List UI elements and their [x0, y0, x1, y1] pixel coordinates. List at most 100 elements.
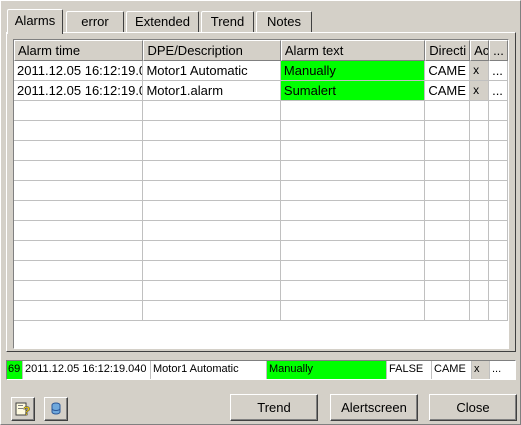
more-cell[interactable]: ... — [489, 61, 508, 81]
alarm-time-cell: 2011.12.05 16:12:19.040 — [14, 61, 144, 81]
empty-cell — [470, 101, 490, 121]
tab-trend[interactable]: Trend — [201, 11, 254, 33]
empty-cell — [280, 301, 426, 321]
current-alarm-status-line: 69 2011.12.05 16:12:19.040 Motor1 Automa… — [6, 360, 516, 380]
empty-cell — [425, 201, 471, 221]
status-ack-cell[interactable]: x — [472, 361, 490, 379]
close-button[interactable]: Close — [429, 394, 517, 421]
empty-cell — [14, 301, 144, 321]
empty-cell — [425, 141, 471, 161]
table-header: Alarm time DPE/Description Alarm text Di… — [14, 40, 508, 61]
empty-cell — [425, 101, 471, 121]
empty-table-row — [14, 141, 508, 161]
tab-error[interactable]: error — [66, 11, 124, 33]
empty-cell — [14, 261, 144, 281]
empty-cell — [14, 141, 144, 161]
empty-cell — [280, 201, 426, 221]
alertscreen-button[interactable]: Alertscreen — [330, 394, 418, 421]
empty-cell — [425, 121, 471, 141]
alarm-dialog: Alarms error Extended Trend Notes Alarm … — [0, 0, 521, 425]
database-icon — [51, 402, 61, 415]
empty-cell — [143, 241, 281, 261]
empty-cell — [143, 281, 281, 301]
empty-cell — [14, 121, 144, 141]
priority-cell: 69 — [7, 361, 23, 379]
tab-extended[interactable]: Extended — [126, 11, 199, 33]
empty-cell — [470, 281, 490, 301]
column-header-ack[interactable]: Ac — [470, 40, 490, 61]
column-header-alarm-text[interactable]: Alarm text — [280, 40, 426, 61]
tab-alarms[interactable]: Alarms — [7, 9, 63, 34]
empty-cell — [280, 221, 426, 241]
empty-cell — [14, 221, 144, 241]
empty-cell — [280, 141, 426, 161]
empty-cell — [425, 241, 471, 261]
status-alarm-text-cell: Manually — [267, 361, 387, 379]
empty-cell — [143, 141, 281, 161]
empty-cell — [425, 261, 471, 281]
ack-cell[interactable]: x — [470, 81, 490, 101]
status-more-cell[interactable]: ... — [490, 361, 510, 379]
empty-cell — [143, 301, 281, 321]
empty-cell — [143, 101, 281, 121]
empty-table-row — [14, 221, 508, 241]
empty-cell — [489, 281, 508, 301]
empty-cell — [489, 181, 508, 201]
table-row[interactable]: 2011.12.05 16:12:19.040 Motor1 Automatic… — [14, 61, 508, 81]
column-header-alarm-time[interactable]: Alarm time — [14, 40, 144, 61]
empty-cell — [489, 261, 508, 281]
column-header-description[interactable]: DPE/Description — [143, 40, 281, 61]
empty-cell — [470, 221, 490, 241]
empty-cell — [489, 241, 508, 261]
description-cell: Motor1.alarm — [143, 81, 281, 101]
empty-table-row — [14, 101, 508, 121]
empty-cell — [280, 161, 426, 181]
empty-cell — [489, 201, 508, 221]
empty-cell — [489, 161, 508, 181]
empty-cell — [143, 221, 281, 241]
alarms-tab-panel: Alarm time DPE/Description Alarm text Di… — [6, 32, 516, 352]
empty-cell — [489, 221, 508, 241]
column-header-direction[interactable]: Directi — [425, 40, 471, 61]
empty-cell — [14, 201, 144, 221]
database-button[interactable] — [44, 397, 68, 421]
alarm-table[interactable]: Alarm time DPE/Description Alarm text Di… — [13, 39, 509, 349]
ack-cell[interactable]: x — [470, 61, 490, 81]
direction-cell: CAME — [425, 61, 471, 81]
empty-cell — [280, 261, 426, 281]
empty-cell — [143, 121, 281, 141]
help-button[interactable]: ? — [11, 397, 35, 421]
empty-cell — [14, 241, 144, 261]
empty-table-row — [14, 241, 508, 261]
empty-cell — [425, 161, 471, 181]
empty-table-row — [14, 281, 508, 301]
empty-cell — [470, 181, 490, 201]
empty-table-row — [14, 181, 508, 201]
empty-cell — [14, 161, 144, 181]
column-header-more[interactable]: ... — [489, 40, 508, 61]
empty-cell — [470, 301, 490, 321]
more-cell[interactable]: ... — [489, 81, 508, 101]
empty-cell — [14, 101, 144, 121]
direction-cell: CAME — [425, 81, 471, 101]
empty-cell — [470, 161, 490, 181]
empty-cell — [425, 281, 471, 301]
empty-cell — [489, 141, 508, 161]
empty-cell — [470, 121, 490, 141]
empty-cell — [143, 161, 281, 181]
empty-cell — [280, 281, 426, 301]
empty-cell — [425, 181, 471, 201]
empty-table-row — [14, 261, 508, 281]
table-row[interactable]: 2011.12.05 16:12:19.040 Motor1.alarm Sum… — [14, 81, 508, 101]
trend-button[interactable]: Trend — [230, 394, 318, 421]
empty-cell — [14, 281, 144, 301]
empty-cell — [425, 221, 471, 241]
empty-cell — [489, 301, 508, 321]
alarm-time-cell: 2011.12.05 16:12:19.040 — [14, 81, 144, 101]
tab-notes[interactable]: Notes — [256, 11, 312, 33]
empty-cell — [489, 121, 508, 141]
empty-cell — [143, 201, 281, 221]
status-time-cell: 2011.12.05 16:12:19.040 — [23, 361, 151, 379]
status-direction-cell: CAME — [432, 361, 472, 379]
empty-cell — [470, 141, 490, 161]
